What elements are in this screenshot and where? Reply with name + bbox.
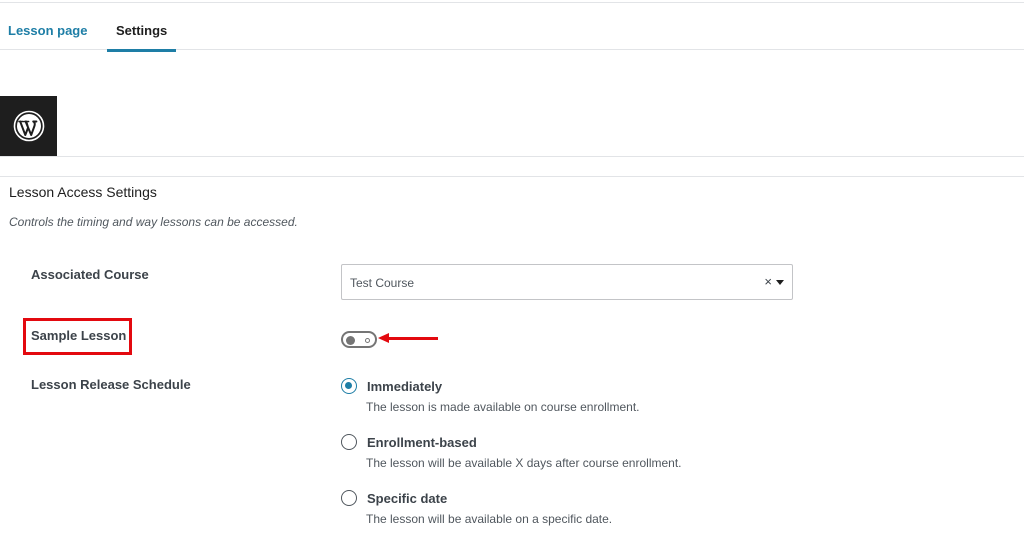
associated-course-label: Associated Course [31,267,149,282]
tab-bar: Lesson page Settings [0,3,1024,52]
sample-lesson-toggle[interactable] [341,331,377,348]
annotation-arrow-line [388,337,438,340]
panel-title: Lesson Access Settings [9,184,157,200]
tab-settings[interactable]: Settings [107,3,176,52]
lesson-release-schedule-label: Lesson Release Schedule [31,377,191,392]
chevron-down-icon[interactable] [776,280,784,285]
sample-lesson-label: Sample Lesson [31,328,127,343]
close-icon[interactable]: × [764,274,772,289]
radio-label[interactable]: Specific date [367,491,447,506]
panel-description: Controls the timing and way lessons can … [9,215,298,229]
toggle-knob [346,336,355,345]
radio-enrollment-based[interactable] [341,434,357,450]
divider [0,176,1024,177]
wordpress-logo[interactable] [0,96,57,156]
tab-lesson-page[interactable]: Lesson page [0,3,96,50]
radio-immediately[interactable] [341,378,357,394]
radio-help-text: The lesson is made available on course e… [366,400,640,414]
associated-course-select[interactable]: Test Course × [341,264,793,300]
radio-specific-date[interactable] [341,490,357,506]
radio-label[interactable]: Enrollment-based [367,435,477,450]
radio-help-text: The lesson will be available X days afte… [366,456,682,470]
radio-label[interactable]: Immediately [367,379,442,394]
divider [0,156,1024,157]
toggle-off-indicator-icon [365,338,370,343]
radio-help-text: The lesson will be available on a specif… [366,512,613,526]
wordpress-icon [13,110,44,142]
associated-course-value: Test Course [350,276,415,290]
lesson-editor-page: Lesson page Settings Lesson Access Setti… [0,0,1024,550]
